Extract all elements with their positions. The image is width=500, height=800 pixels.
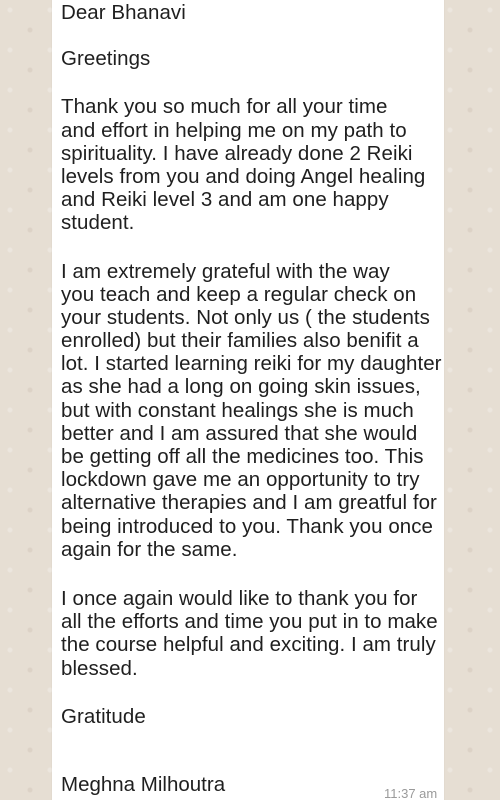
paragraph-2-line: lot. I started learning reiki for my dau…: [61, 352, 442, 376]
paragraph-1-line: levels from you and doing Angel healing: [61, 164, 426, 188]
paragraph-2-line: being introduced to you. Thank you once: [61, 514, 433, 538]
message-closing: Gratitude: [61, 704, 146, 728]
message-timestamp: 11:37 am: [384, 786, 438, 800]
paragraph-2-line: again for the same.: [61, 537, 238, 561]
paragraph-2-line: your students. Not only us ( the student…: [61, 305, 430, 329]
paragraph-2-line: enrolled) but their families also benifi…: [61, 329, 419, 353]
paragraph-2-line: be getting off all the medicines too. Th…: [61, 445, 424, 468]
paragraph-2-line: you teach and keep a regular check on: [61, 282, 417, 306]
paragraph-2-line: better and I am assured that she would: [61, 421, 418, 445]
paragraph-1-line: and Reiki level 3 and am one happy: [61, 188, 389, 212]
paragraph-1-line: student.: [61, 211, 135, 235]
message-paragraph-2: I am extremely grateful with the way you…: [61, 260, 441, 561]
message-text: Dear Bhanavi Greetings Thank you so much…: [61, 0, 441, 728]
message-signature: Meghna Milhoutra: [61, 773, 226, 796]
paragraph-2-line: lockdown gave me an opportunity to try: [61, 468, 420, 492]
message-paragraph-3: I once again would like to thank you for…: [61, 587, 441, 680]
paragraph-3-line: blessed.: [61, 656, 138, 680]
paragraph-2-line: but with constant healings she is much: [61, 398, 414, 422]
paragraph-1-line: spirituality. I have already done 2 Reik…: [61, 141, 413, 165]
paragraph-1-line: and effort in helping me on my path to: [61, 118, 407, 142]
paragraph-1-line: Thank you so much for all your time: [61, 95, 388, 119]
paragraph-2-line: alternative therapies and I am greatful …: [61, 491, 437, 515]
message-paragraph-1: Thank you so much for all your time and …: [61, 95, 441, 234]
paragraph-3-line: the course helpful and exciting. I am tr…: [61, 633, 436, 657]
paragraph-3-line: all the efforts and time you put in to m…: [61, 610, 438, 634]
message-greeting: Greetings: [61, 47, 151, 71]
paragraph-2-line: I am extremely grateful with the way: [61, 259, 390, 283]
paragraph-3-line: I once again would like to thank you for: [61, 586, 418, 610]
message-salutation: Dear Bhanavi: [61, 1, 186, 24]
paragraph-2-line: as she had a long on going skin issues,: [61, 375, 421, 399]
